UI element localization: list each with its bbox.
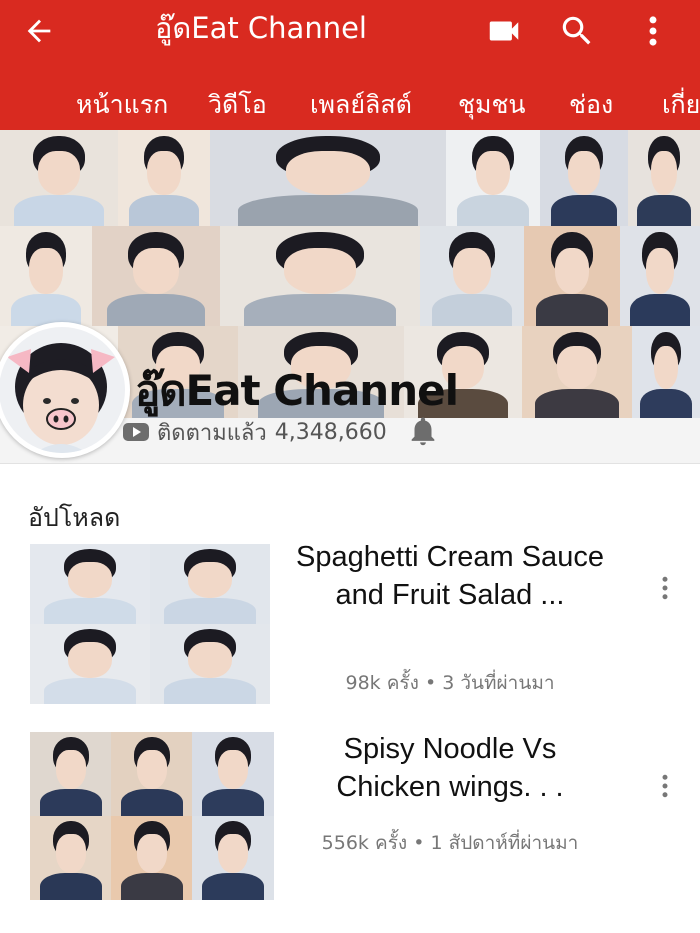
photo-tile — [0, 226, 92, 326]
back-arrow-icon[interactable] — [22, 14, 56, 48]
app-bar-title: อู๊ดEat Channel — [155, 11, 367, 45]
tab-about[interactable]: เกี่ย — [662, 88, 700, 122]
photo-tile — [0, 130, 118, 226]
video-list-item[interactable]: Spisy Noodle Vs Chicken wings. . . 556k … — [0, 728, 700, 900]
photo-tile — [111, 816, 193, 900]
app-bar: อู๊ดEat Channel หน้าแรก วิดีโอ เพลย์ลิสต… — [0, 0, 700, 130]
photo-tile — [30, 732, 112, 816]
photo-tile — [150, 544, 270, 624]
photo-tile — [632, 326, 700, 418]
notification-bell-icon[interactable] — [406, 414, 440, 448]
tab-channels[interactable]: ช่อง — [569, 88, 613, 122]
video-title[interactable]: Spisy Noodle Vs Chicken wings. . . — [290, 730, 610, 806]
section-divider — [0, 463, 700, 464]
video-age: 3 วันที่ผ่านมา — [442, 672, 555, 694]
tab-playlists[interactable]: เพลย์ลิสต์ — [310, 88, 412, 122]
photo-tile — [111, 732, 193, 816]
video-thumbnail[interactable] — [30, 732, 274, 900]
video-views: 556k ครั้ง — [321, 832, 408, 854]
subscriber-count: 4,348,660 — [274, 419, 387, 445]
photo-tile — [628, 130, 700, 226]
photo-tile — [524, 226, 620, 326]
uploads-section-title: อัปโหลด — [28, 503, 121, 532]
channel-name: อู๊ดEat Channel — [135, 366, 459, 415]
video-list-item[interactable]: Spaghetti Cream Sauce and Fruit Salad ..… — [0, 540, 700, 710]
photo-tile — [540, 130, 628, 226]
photo-tile — [210, 130, 446, 226]
photo-tile — [30, 816, 112, 900]
search-icon[interactable] — [558, 12, 596, 50]
youtube-logo-icon — [123, 423, 149, 441]
more-options-icon[interactable] — [634, 12, 672, 50]
meta-separator: • — [413, 832, 425, 854]
photo-tile — [446, 130, 540, 226]
video-meta: 98k ครั้ง • 3 วันที่ผ่านมา — [290, 670, 610, 696]
avatar-image — [0, 327, 125, 453]
photo-tile — [522, 326, 632, 418]
tab-community[interactable]: ชุมชน — [458, 88, 526, 122]
photo-tile — [192, 816, 274, 900]
photo-tile — [620, 226, 700, 326]
photo-tile — [220, 226, 420, 326]
channel-avatar[interactable] — [0, 322, 130, 458]
photo-tile — [192, 732, 274, 816]
video-age: 1 สัปดาห์ที่ผ่านมา — [430, 832, 579, 854]
tab-videos[interactable]: วิดีโอ — [208, 88, 267, 122]
tab-home[interactable]: หน้าแรก — [76, 88, 168, 122]
subscription-status: ติดตามแล้ว 4,348,660 — [123, 417, 387, 447]
channel-tabs: หน้าแรก วิดีโอ เพลย์ลิสต์ ชุมชน ช่อง เกี… — [0, 84, 700, 130]
photo-tile — [30, 624, 150, 704]
photo-tile — [420, 226, 524, 326]
photo-tile — [92, 226, 220, 326]
photo-tile — [30, 544, 150, 624]
photo-tile — [150, 624, 270, 704]
subscribed-label: ติดตามแล้ว — [157, 420, 267, 446]
video-more-options-icon[interactable] — [650, 768, 680, 804]
meta-separator: • — [424, 672, 437, 694]
video-more-options-icon[interactable] — [650, 570, 680, 606]
video-thumbnail[interactable] — [30, 544, 270, 704]
video-views: 98k ครั้ง — [345, 672, 419, 694]
video-camera-icon[interactable] — [485, 12, 523, 50]
video-title[interactable]: Spaghetti Cream Sauce and Fruit Salad ..… — [290, 538, 610, 614]
photo-tile — [118, 130, 210, 226]
video-meta: 556k ครั้ง • 1 สัปดาห์ที่ผ่านมา — [290, 830, 610, 856]
